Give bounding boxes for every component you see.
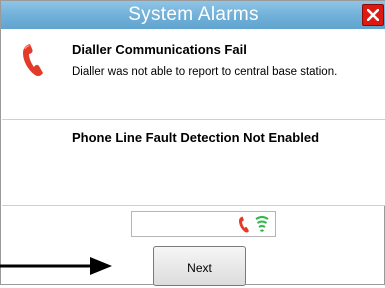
- alarm-item-dialler: Dialler Communications Fail Dialler was …: [2, 29, 385, 120]
- alarm-item-phone-line: Phone Line Fault Detection Not Enabled: [2, 120, 385, 206]
- phone-red-icon: [22, 43, 48, 82]
- title-bar: System Alarms: [1, 1, 385, 29]
- status-indicator: [131, 211, 276, 237]
- phone-red-icon: [238, 216, 252, 238]
- alarm-title: Phone Line Fault Detection Not Enabled: [72, 130, 320, 145]
- system-alarms-window: System Alarms Dialler Communications Fai…: [0, 0, 385, 286]
- close-icon: [367, 9, 379, 21]
- alarm-description: Dialler was not able to report to centra…: [72, 66, 338, 78]
- signal-green-icon: [254, 215, 270, 238]
- next-button[interactable]: Next: [153, 246, 246, 286]
- window-title: System Alarms: [128, 4, 259, 25]
- close-button[interactable]: [362, 4, 384, 26]
- alarm-title: Dialler Communications Fail: [72, 42, 247, 57]
- pointer-arrow-icon: [0, 257, 112, 275]
